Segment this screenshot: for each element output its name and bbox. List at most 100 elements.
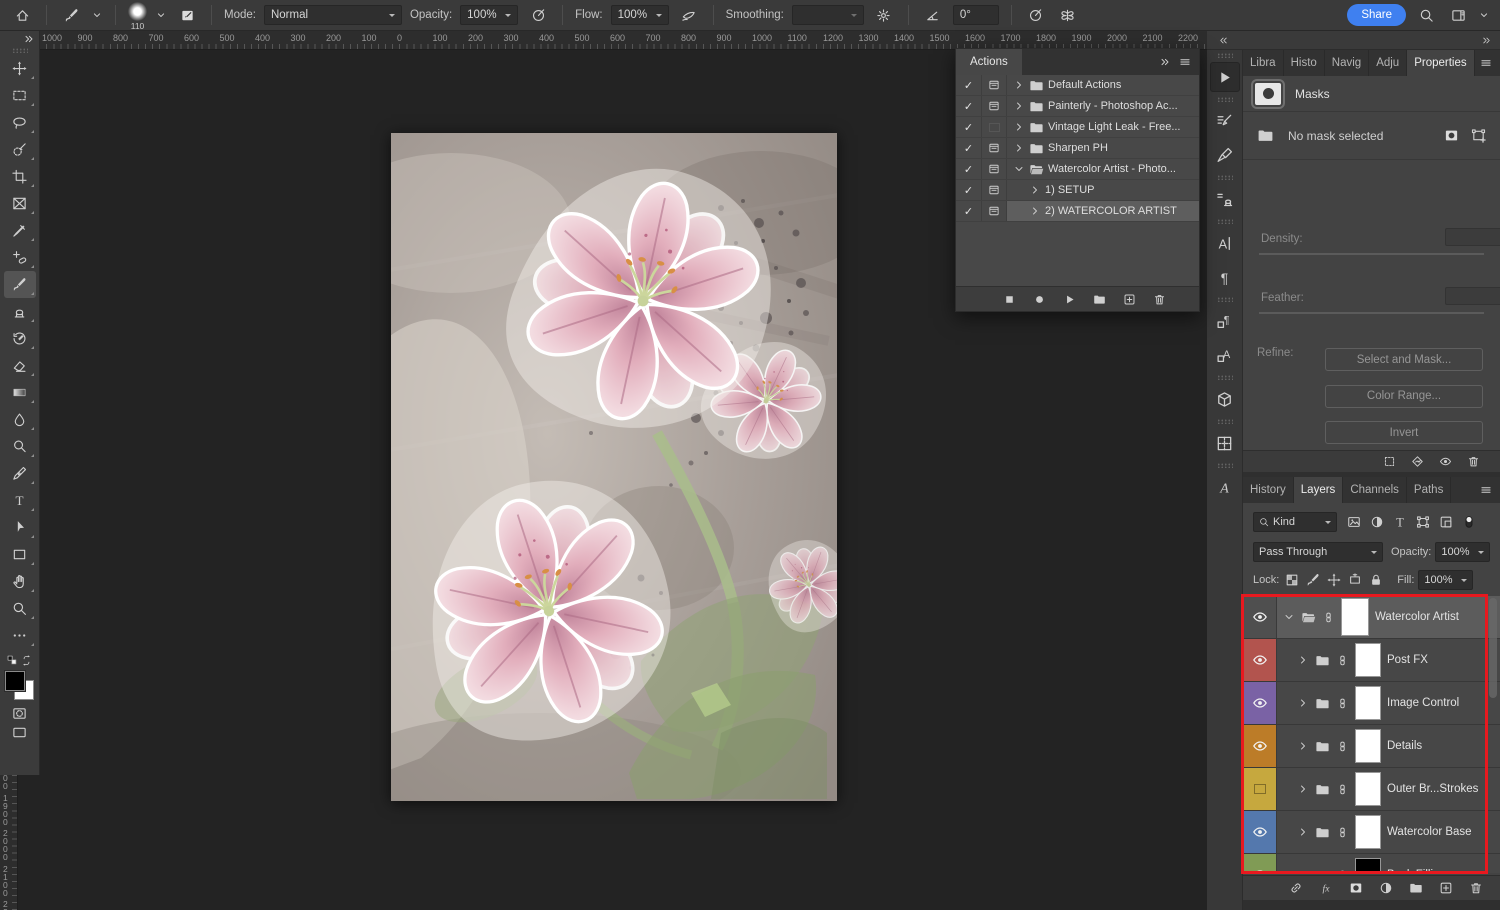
home-icon[interactable] <box>10 3 34 27</box>
link-layers-icon[interactable] <box>1289 881 1303 895</box>
layer-fill-select[interactable]: 100% <box>1418 570 1473 590</box>
history-brush-tool[interactable] <box>4 325 36 352</box>
symmetry-icon[interactable] <box>1056 3 1080 27</box>
collapse-tools-icon[interactable] <box>23 33 35 45</box>
stop-recording-icon[interactable] <box>1003 293 1016 306</box>
layer-row[interactable]: Watercolor Artist <box>1243 596 1500 639</box>
layer-mask-thumbnail[interactable] <box>1355 729 1381 763</box>
tab-layers[interactable]: Layers <box>1294 477 1344 503</box>
action-checkmark-icon[interactable]: ✓ <box>956 117 982 137</box>
tab-libra[interactable]: Libra <box>1243 50 1284 76</box>
chevron-down-icon[interactable] <box>1283 611 1295 623</box>
layer-mask-thumbnail[interactable] <box>1355 686 1381 720</box>
lock-position-icon[interactable] <box>1327 573 1341 587</box>
feather-value-box[interactable] <box>1445 287 1500 305</box>
layer-visibility-cell[interactable] <box>1243 596 1277 638</box>
layer-name[interactable]: Watercolor Base <box>1387 826 1472 838</box>
layer-name[interactable]: Back Filling <box>1387 869 1446 873</box>
layer-mask-thumbnail[interactable] <box>1341 598 1369 636</box>
action-dialog-toggle[interactable] <box>982 138 1007 158</box>
action-row[interactable]: ✓1) SETUP <box>956 180 1199 201</box>
crop-tool[interactable] <box>4 163 36 190</box>
chevron-right-icon[interactable] <box>1013 142 1025 154</box>
action-item[interactable]: Painterly - Photoshop Ac... <box>1007 96 1199 116</box>
pressure-opacity-icon[interactable] <box>526 3 550 27</box>
lock-all-icon[interactable] <box>1369 573 1383 587</box>
chevron-right-icon[interactable] <box>1297 826 1309 838</box>
action-dialog-toggle[interactable] <box>982 201 1007 221</box>
toggle-mask-icon[interactable] <box>1439 455 1452 468</box>
action-checkmark-icon[interactable]: ✓ <box>956 180 982 200</box>
chevron-right-icon[interactable] <box>1297 654 1309 666</box>
filter-pixel-layers-icon[interactable] <box>1347 515 1361 529</box>
action-row[interactable]: ✓Default Actions <box>956 75 1199 96</box>
mask-link-icon[interactable] <box>1322 611 1335 624</box>
chevron-right-icon[interactable] <box>1013 79 1025 91</box>
action-item[interactable]: Sharpen PH <box>1007 138 1199 158</box>
dodge-tool[interactable] <box>4 433 36 460</box>
action-dialog-toggle[interactable] <box>982 75 1007 95</box>
vertical-ruler[interactable]: 1 8 0 01 9 0 02 0 0 02 1 0 02 2 0 0 <box>0 775 18 910</box>
workspace-switcher-icon[interactable] <box>1446 3 1470 27</box>
action-item[interactable]: 2) WATERCOLOR ARTIST <box>1007 201 1199 221</box>
brush-angle-input[interactable]: 0° <box>953 5 999 25</box>
zoom-tool[interactable] <box>4 595 36 622</box>
hidden-eye-box[interactable] <box>1254 784 1266 794</box>
apply-mask-icon[interactable] <box>1411 455 1424 468</box>
action-dialog-toggle[interactable] <box>982 180 1007 200</box>
dock-grip[interactable] <box>1217 297 1233 302</box>
layer-mask-thumbnail[interactable] <box>1355 772 1381 806</box>
action-item[interactable]: Watercolor Artist - Photo... <box>1007 159 1199 179</box>
dock-pattern-preview[interactable] <box>1210 428 1240 458</box>
path-selection-tool[interactable] <box>4 514 36 541</box>
action-checkmark-icon[interactable]: ✓ <box>956 159 982 179</box>
layers-scrollbar[interactable] <box>1489 598 1497 698</box>
chevron-down-icon[interactable] <box>1478 9 1490 21</box>
add-vector-mask-icon[interactable] <box>1471 128 1486 143</box>
delete-layer-icon[interactable] <box>1469 881 1483 895</box>
eraser-tool[interactable] <box>4 352 36 379</box>
panel-menu-icon[interactable] <box>1480 477 1500 503</box>
action-checkmark-icon[interactable]: ✓ <box>956 75 982 95</box>
eye-icon[interactable] <box>1252 609 1268 625</box>
clone-stamp-tool[interactable] <box>4 298 36 325</box>
brush-tool-preset-icon[interactable] <box>59 3 83 27</box>
dock-grip[interactable] <box>1217 97 1233 102</box>
hand-tool[interactable] <box>4 568 36 595</box>
smoothing-select[interactable] <box>792 5 864 25</box>
chevron-down-icon[interactable] <box>155 9 167 21</box>
action-dialog-toggle[interactable] <box>982 159 1007 179</box>
eye-icon[interactable] <box>1252 652 1268 668</box>
action-checkmark-icon[interactable]: ✓ <box>956 138 982 158</box>
collapse-panel-icon[interactable] <box>1159 56 1171 68</box>
pen-tool[interactable] <box>4 460 36 487</box>
delete-action-icon[interactable] <box>1153 293 1166 306</box>
mask-link-icon[interactable] <box>1336 869 1349 874</box>
tab-properties[interactable]: Properties <box>1407 50 1474 76</box>
layer-row[interactable]: Details <box>1243 725 1500 768</box>
dock-paragraph-styles[interactable]: ¶ <box>1210 306 1240 336</box>
add-layer-mask-icon[interactable] <box>1349 881 1363 895</box>
dock-brushes[interactable] <box>1210 140 1240 170</box>
layer-style-icon[interactable]: fx <box>1319 881 1333 895</box>
new-layer-icon[interactable] <box>1439 881 1453 895</box>
dock-character[interactable]: A <box>1210 228 1240 258</box>
flow-select[interactable]: 100% <box>611 5 669 25</box>
layer-name[interactable]: Image Control <box>1387 697 1459 709</box>
chevron-right-icon[interactable] <box>1297 869 1309 873</box>
dock-3d[interactable] <box>1210 384 1240 414</box>
default-colors-icon[interactable] <box>7 655 18 666</box>
quick-mask-icon[interactable] <box>12 706 27 721</box>
tab-history[interactable]: History <box>1243 477 1294 503</box>
chevron-right-icon[interactable] <box>1013 100 1025 112</box>
brush-preset-picker[interactable]: 110 <box>128 2 147 30</box>
play-action-icon[interactable] <box>1063 293 1076 306</box>
layer-visibility-cell[interactable] <box>1243 768 1277 810</box>
chevron-down-icon[interactable] <box>1013 163 1025 175</box>
feather-slider[interactable] <box>1259 312 1484 314</box>
mask-link-icon[interactable] <box>1336 697 1349 710</box>
tab-channels[interactable]: Channels <box>1343 477 1407 503</box>
chevron-right-icon[interactable] <box>1297 740 1309 752</box>
layer-row-body[interactable]: Back Filling <box>1277 854 1500 873</box>
rectangle-tool[interactable] <box>4 541 36 568</box>
